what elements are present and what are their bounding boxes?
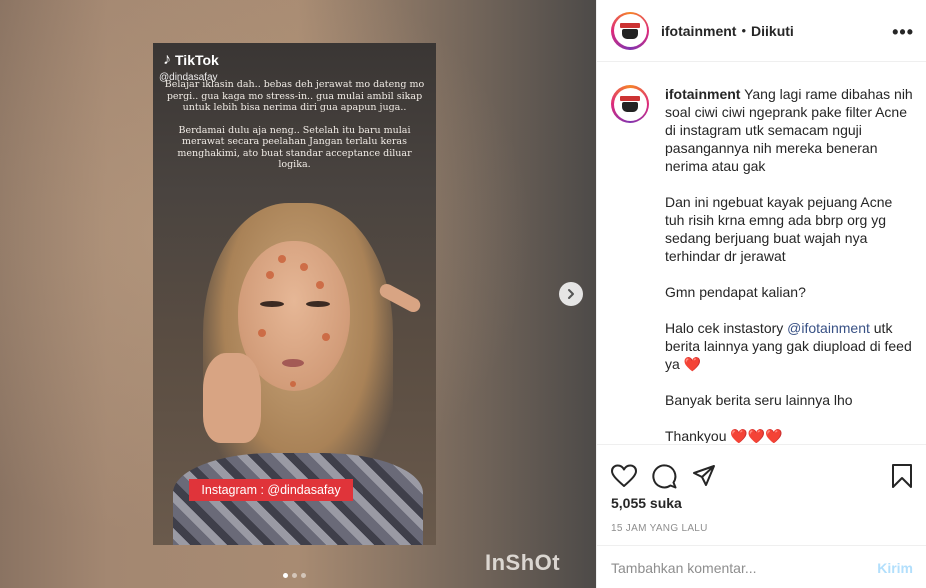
acne-spot [266, 271, 274, 279]
caption-text-segment: Thankyou [665, 428, 727, 443]
caption-username[interactable]: ifotainment [665, 86, 740, 102]
action-icons [597, 445, 926, 495]
acne-spot [278, 255, 286, 263]
more-options-icon[interactable]: ••• [892, 22, 914, 43]
heart-icon [611, 464, 637, 487]
acne-spot [290, 381, 296, 387]
caption-paragraph: ifotainment Yang lagi rame dibahas nih s… [665, 85, 913, 175]
save-button[interactable] [889, 463, 915, 489]
post-side-panel: ifotainment • Diikuti ••• ifotainment Ya… [596, 0, 926, 588]
caption-text-segment: Halo cek instastory [665, 320, 788, 336]
video-caption-line: Belajar iklasin dah.. bebas deh jerawat … [164, 79, 425, 113]
acne-spot [258, 329, 266, 337]
eye-shape [306, 301, 330, 307]
avatar[interactable] [611, 85, 649, 123]
tiktok-watermark: ♪ TikTok [163, 51, 219, 69]
caption-paragraph: Halo cek instastory @ifotainment utk ber… [665, 319, 913, 373]
video-frame[interactable]: ♪ TikTok @dindasafay Belajar iklasin dah… [153, 43, 436, 545]
header-username[interactable]: ifotainment [661, 23, 736, 39]
carousel-dot [283, 573, 288, 578]
post-actions: 5,055 suka 15 JAM YANG LALU Kirim [597, 444, 926, 588]
avatar[interactable] [611, 11, 649, 50]
post-header: ifotainment • Diikuti ••• [597, 0, 926, 62]
likes-count[interactable]: 5,055 suka [597, 495, 926, 511]
instagram-tag: Instagram : @dindasafay [189, 479, 353, 501]
mouth-shape [282, 359, 304, 367]
post-media[interactable]: ♪ TikTok @dindasafay Belajar iklasin dah… [0, 0, 596, 588]
video-caption: Belajar iklasin dah.. bebas deh jerawat … [161, 79, 428, 182]
carousel-dot [301, 573, 306, 578]
bookmark-icon [892, 464, 912, 488]
share-button[interactable] [691, 463, 717, 489]
comment-icon [652, 464, 677, 489]
caption-section: ifotainment Yang lagi rame dibahas nih s… [597, 63, 926, 443]
like-button[interactable] [611, 463, 637, 489]
caption-paragraph: Thankyou ❤️❤️❤️ [665, 427, 913, 443]
post-comment-button[interactable]: Kirim [877, 560, 913, 576]
carousel-indicator [283, 573, 306, 578]
tiktok-brand: TikTok [175, 52, 219, 68]
comment-input[interactable] [611, 559, 878, 576]
send-icon [693, 465, 715, 486]
acne-spot [316, 281, 324, 289]
post-timestamp[interactable]: 15 JAM YANG LALU [597, 523, 926, 534]
logo-shape [622, 28, 638, 39]
inshot-watermark: InShOt [485, 550, 561, 575]
mention-link[interactable]: @ifotainment [787, 320, 870, 336]
avatar-image [613, 14, 647, 47]
avatar-image [613, 87, 647, 121]
separator-dot: • [741, 23, 747, 38]
caption-paragraph: Banyak berita seru lainnya lho [665, 392, 853, 408]
comment-button[interactable] [651, 463, 677, 489]
heart-emoji: ❤️❤️❤️ [730, 428, 783, 443]
eye-shape [260, 301, 284, 307]
logo-shape [620, 96, 640, 101]
comment-form: Kirim [597, 545, 926, 588]
acne-spot [300, 263, 308, 271]
hand-shape [203, 353, 261, 443]
logo-shape [622, 102, 638, 112]
acne-spot [322, 333, 330, 341]
carousel-dot [292, 573, 297, 578]
heart-emoji: ❤️ [683, 356, 702, 372]
caption-paragraph: Dan ini ngebuat kayak pejuang Acne tuh r… [665, 194, 893, 264]
chevron-right-icon [568, 289, 574, 299]
caption-paragraph: Gmn pendapat kalian? [665, 284, 806, 300]
video-caption-line: Berdamai dulu aja neng.. Setelah itu bar… [177, 124, 412, 171]
caption-text: ifotainment Yang lagi rame dibahas nih s… [665, 85, 913, 443]
logo-shape [620, 22, 640, 28]
tiktok-icon: ♪ [163, 51, 171, 68]
next-slide-button[interactable] [559, 282, 583, 306]
follow-status-button[interactable]: Diikuti [751, 23, 794, 39]
